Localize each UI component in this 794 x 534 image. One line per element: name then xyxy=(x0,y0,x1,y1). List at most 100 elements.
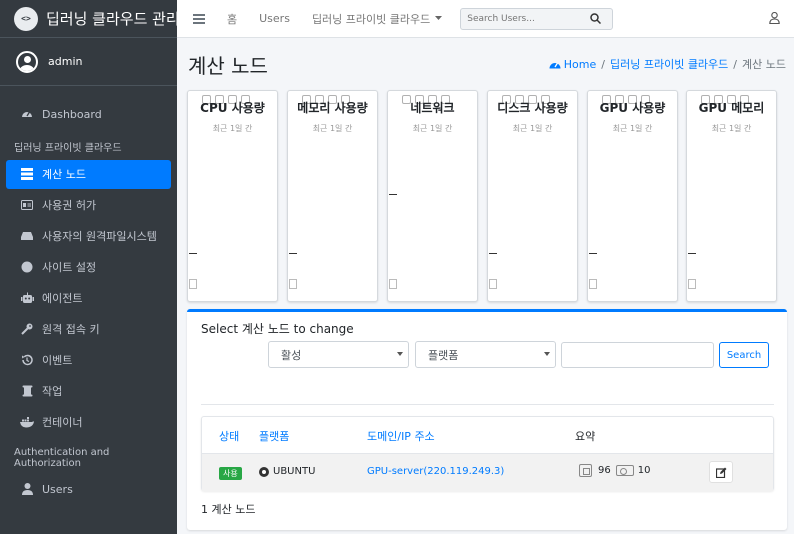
chart-legend-box xyxy=(389,279,397,289)
id-card-icon xyxy=(20,198,34,212)
card-subtitle: 최근 1일 간 xyxy=(612,124,653,133)
user-icon xyxy=(20,482,34,496)
scroll-icon xyxy=(20,384,34,398)
chart-legend-box xyxy=(589,279,597,289)
sidebar-item-events[interactable]: 이벤트 xyxy=(6,346,171,375)
sidebar-item-label: 컨테이너 xyxy=(42,416,83,429)
chart-line xyxy=(289,253,297,254)
chart-line xyxy=(389,194,397,195)
sidebar-item-label: 작업 xyxy=(42,385,63,398)
card-title: 메모리 사용량 xyxy=(297,101,368,115)
breadcrumb-cloud[interactable]: 딥러닝 프라이빗 클라우드 xyxy=(610,56,728,72)
search-icon xyxy=(590,13,601,24)
search-input[interactable] xyxy=(461,13,582,24)
nav-link-users[interactable]: Users xyxy=(259,12,290,25)
sidebar-item-licenses[interactable]: 사용권 허가 xyxy=(6,191,171,220)
column-header-summary: 요약 xyxy=(575,430,596,443)
top-navbar: 홈 Users 딥러닝 프라이빗 클라우드 xyxy=(177,0,794,38)
sidebar-item-label: 사이트 설정 xyxy=(42,261,97,274)
card-cpu-usage: CPU 사용량 최근 1일 간 xyxy=(187,90,278,302)
sidebar-header-cloud: 딥러닝 프라이빗 클라우드 xyxy=(14,143,122,154)
breadcrumb-current: 계산 노드 xyxy=(742,58,786,71)
card-subtitle: 최근 1일 간 xyxy=(212,124,253,133)
select-value: 플랫폼 xyxy=(428,348,459,362)
hdd-icon xyxy=(20,229,34,243)
changelist-search-input[interactable] xyxy=(561,342,714,368)
select-value: 활성 xyxy=(281,348,302,362)
sidebar-item-compute-nodes[interactable]: 계산 노드 xyxy=(6,160,171,189)
card-title: 네트워크 xyxy=(410,101,455,115)
brand-link[interactable]: <> 딥러닝 클라우드 관리 xyxy=(0,0,177,38)
caret-down-icon xyxy=(544,352,550,356)
sidebar-item-label: 사용자의 원격파일시스템 xyxy=(42,230,157,243)
menu-toggle-icon[interactable] xyxy=(193,13,205,24)
platform-cell: UBUNTU xyxy=(259,466,315,477)
breadcrumb-separator: / xyxy=(601,57,605,71)
domain-link[interactable]: GPU-server(220.119.249.3) xyxy=(367,466,504,477)
user-name: admin xyxy=(48,55,83,68)
breadcrumb-home[interactable]: Home xyxy=(564,58,596,71)
sidebar-item-containers[interactable]: 컨테이너 xyxy=(6,408,171,437)
sidebar-item-site-settings[interactable]: 사이트 설정 xyxy=(6,253,171,282)
sidebar-item-label: Dashboard xyxy=(42,108,102,121)
edit-button[interactable] xyxy=(709,461,733,483)
status-badge: 사용 xyxy=(219,467,242,480)
gpu-count: 10 xyxy=(637,465,651,476)
table-row: 사용 UBUNTU GPU-server(220.119.249.3) 96 1… xyxy=(202,453,773,491)
changelist-search-button[interactable]: Search xyxy=(719,342,769,368)
sidebar-item-label: 원격 접속 키 xyxy=(42,323,100,336)
nav-link-home[interactable]: 홈 xyxy=(227,11,237,27)
user-panel[interactable]: admin xyxy=(0,38,177,86)
column-header-status[interactable]: 상태 xyxy=(219,428,239,444)
column-header-domain[interactable]: 도메인/IP 주소 xyxy=(367,428,435,444)
brand-title: 딥러닝 클라우드 관리 xyxy=(46,10,177,28)
chart-line xyxy=(688,253,696,254)
cpu-count: 96 xyxy=(598,465,611,476)
breadcrumb: Home / 딥러닝 프라이빗 클라우드 / 계산 노드 xyxy=(549,56,786,72)
card-network: 네트워크 최근 1일 간 xyxy=(387,90,478,302)
card-memory-usage: 메모리 사용량 최근 1일 간 xyxy=(287,90,378,302)
caret-down-icon xyxy=(435,16,443,20)
robot-icon xyxy=(20,291,34,305)
breadcrumb-separator: / xyxy=(733,57,738,71)
sidebar-item-label: 에이전트 xyxy=(42,292,83,305)
content-wrapper: 계산 노드 Home / 딥러닝 프라이빗 클라우드 / 계산 노드 CPU 사… xyxy=(177,38,794,534)
user-menu[interactable] xyxy=(769,11,780,27)
metric-cards: CPU 사용량 최근 1일 간 메모리 사용량 최근 1일 간 네트워크 최근 … xyxy=(187,90,777,302)
card-subtitle: 최근 1일 간 xyxy=(512,124,553,133)
sidebar-item-dashboard[interactable]: Dashboard xyxy=(6,100,171,129)
nav-dropdown-label: 딥러닝 프라이빗 클라우드 xyxy=(311,12,431,26)
column-header-platform[interactable]: 플랫폼 xyxy=(259,428,289,444)
card-subtitle: 최근 1일 간 xyxy=(412,124,453,133)
sidebar-item-users[interactable]: Users xyxy=(6,475,171,504)
card-title: GPU 메모리 xyxy=(698,101,765,115)
sidebar-item-jobs[interactable]: 작업 xyxy=(6,377,171,406)
sidebar-item-remote-fs[interactable]: 사용자의 원격파일시스템 xyxy=(6,222,171,251)
page-title: 계산 노드 xyxy=(188,54,268,78)
divider xyxy=(201,404,774,405)
filter-platform-select[interactable]: 플랫폼 xyxy=(415,341,556,368)
summary-cell: 96 10 xyxy=(579,464,650,477)
sidebar-nav: Dashboard 딥러닝 프라이빗 클라우드 계산 노드 사용권 허가 사용자… xyxy=(0,86,177,504)
circle-icon xyxy=(20,260,34,274)
nav-dropdown-cloud[interactable]: 딥러닝 프라이빗 클라우드 xyxy=(311,11,443,27)
chart-legend-box xyxy=(688,279,696,289)
card-title: GPU 사용량 xyxy=(599,101,666,115)
ubuntu-icon xyxy=(259,466,269,477)
card-subtitle: 최근 1일 간 xyxy=(711,124,752,133)
search-button[interactable] xyxy=(581,9,609,29)
card-disk-usage: 디스크 사용량 최근 1일 간 xyxy=(487,90,578,302)
sidebar-item-label: 계산 노드 xyxy=(42,168,86,181)
filter-active-select[interactable]: 활성 xyxy=(268,341,409,368)
sidebar-item-agents[interactable]: 에이전트 xyxy=(6,284,171,313)
chart-line xyxy=(589,253,597,254)
sidebar-item-ssh-keys[interactable]: 원격 접속 키 xyxy=(6,315,171,344)
docker-icon xyxy=(20,415,34,429)
card-gpu-usage: GPU 사용량 최근 1일 간 xyxy=(587,90,678,302)
card-title: 디스크 사용량 xyxy=(497,101,568,115)
sidebar-item-label: 이벤트 xyxy=(42,354,73,367)
server-icon xyxy=(20,167,34,181)
changelist-panel: Select 계산 노드 to change 활성 플랫폼 Search 상태 … xyxy=(187,309,787,530)
chart-line xyxy=(489,253,497,254)
edit-icon xyxy=(715,467,726,478)
